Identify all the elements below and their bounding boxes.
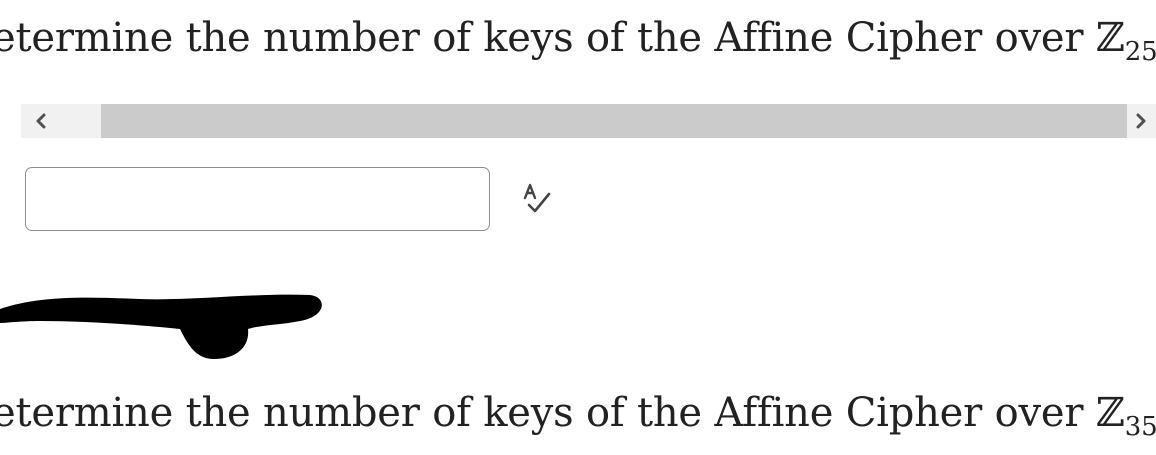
question-2-modulus: 350 [1124, 412, 1156, 441]
question-1-text: etermine the number of keys of the Affin… [0, 10, 1156, 66]
question-2-prefix: etermine the number of keys of the Affin… [0, 390, 1096, 436]
integer-set-symbol: ℤ [1095, 15, 1125, 61]
question-2: etermine the number of keys of the Affin… [0, 385, 1156, 441]
question-1-prefix: etermine the number of keys of the Affin… [0, 15, 1096, 61]
question-2-text: etermine the number of keys of the Affin… [0, 385, 1156, 441]
question-1-modulus: 256 [1124, 37, 1156, 66]
question-1: etermine the number of keys of the Affin… [0, 10, 1156, 66]
chevron-left-icon [36, 113, 46, 129]
redaction-scribble [0, 294, 322, 359]
scrollbar-thumb[interactable] [101, 104, 1127, 138]
horizontal-scrollbar[interactable] [21, 104, 1156, 138]
answer-input[interactable] [25, 167, 490, 231]
spellcheck-icon[interactable] [519, 182, 555, 218]
scroll-right-button[interactable] [1126, 104, 1156, 138]
chevron-right-icon [1136, 113, 1146, 129]
scroll-left-button[interactable] [21, 104, 61, 138]
integer-set-symbol: ℤ [1095, 390, 1125, 436]
